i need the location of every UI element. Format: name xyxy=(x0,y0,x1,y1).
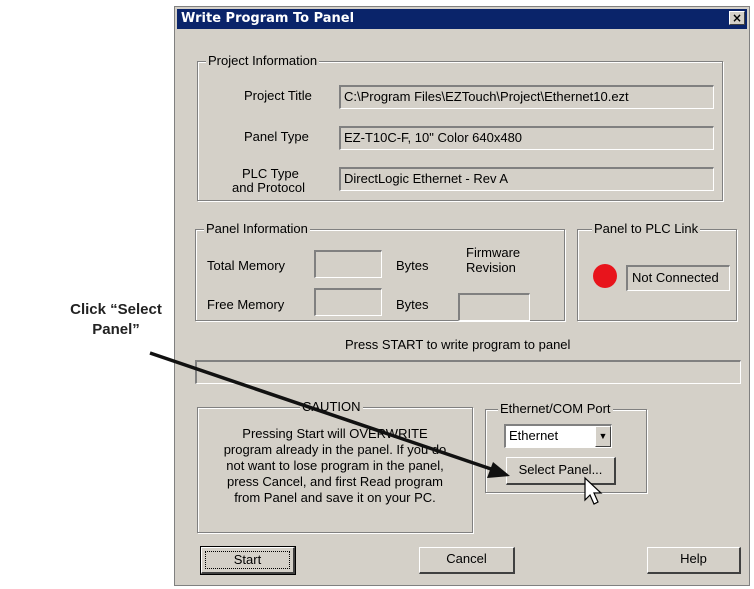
callout-arrow xyxy=(149,351,510,478)
